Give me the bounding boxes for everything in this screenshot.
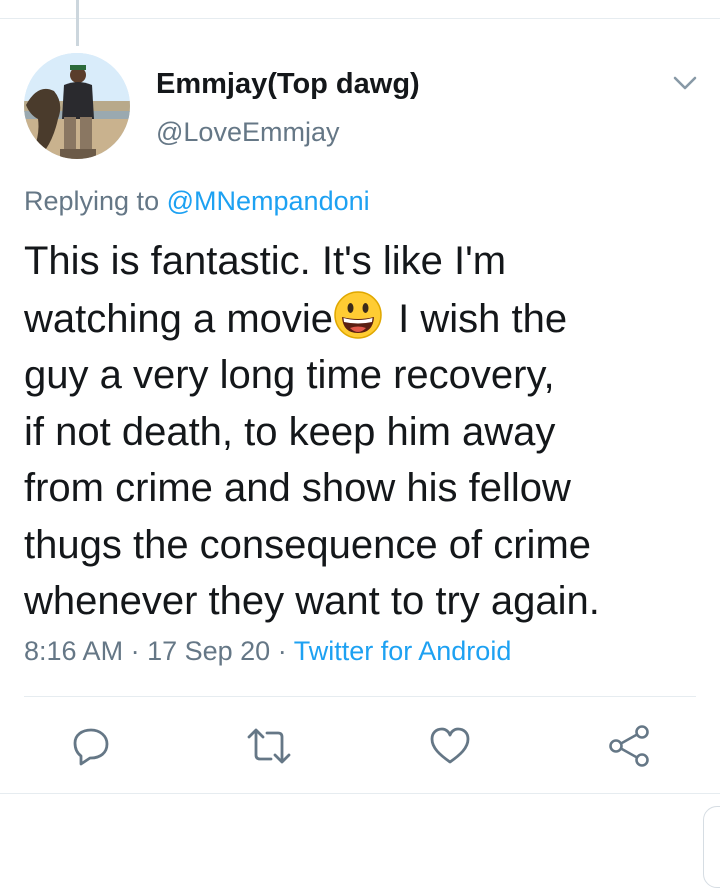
tweet-text-line: This is fantastic. It's like I'm (24, 239, 507, 283)
author-display-name[interactable]: Emmjay(Top dawg) (156, 68, 420, 101)
tweet-actions-bar (0, 722, 720, 770)
top-divider (0, 18, 720, 19)
author-handle[interactable]: @LoveEmmjay (156, 117, 339, 148)
reply-to-link[interactable]: @MNempandoni (167, 186, 370, 216)
tweet-text-line: watching a movie I wish the (24, 290, 704, 348)
bottom-divider (0, 793, 720, 794)
meta-separator: · (130, 636, 140, 666)
retweet-icon[interactable] (245, 722, 293, 770)
actions-divider (24, 696, 696, 697)
tweet-text-segment: watching a movie (24, 296, 334, 341)
meta-separator: · (277, 636, 287, 666)
grinning-face-emoji-icon (334, 290, 382, 339)
avatar-photo-icon (24, 53, 130, 159)
chevron-down-icon[interactable] (671, 73, 699, 93)
tweet-source-link[interactable]: Twitter for Android (294, 636, 512, 666)
tweet-text-line: whenever they want to try again. (24, 579, 600, 623)
next-card-edge (703, 806, 720, 888)
avatar[interactable] (24, 53, 130, 159)
reply-context: Replying to @MNempandoni (24, 186, 370, 217)
tweet-text-line: guy a very long time recovery, (24, 353, 555, 397)
tweet-text-line: thugs the consequence of crime (24, 522, 592, 567)
tweet-text-line: from crime and show his fellow (24, 466, 571, 510)
tweet-metadata: 8:16 AM · 17 Sep 20 · Twitter for Androi… (24, 636, 511, 667)
thread-connector-line (76, 0, 79, 46)
share-icon[interactable] (605, 722, 653, 770)
tweet-text-line: if not death, to keep him away (24, 409, 556, 454)
tweet-time[interactable]: 8:16 AM (24, 636, 123, 666)
tweet-date[interactable]: 17 Sep 20 (147, 636, 270, 666)
reply-icon[interactable] (67, 722, 115, 770)
tweet-text-segment: I wish the (398, 296, 568, 341)
tweet-text: This is fantastic. It's like I'm watchin… (24, 233, 704, 630)
reply-prefix: Replying to (24, 186, 160, 216)
like-icon[interactable] (426, 722, 474, 770)
